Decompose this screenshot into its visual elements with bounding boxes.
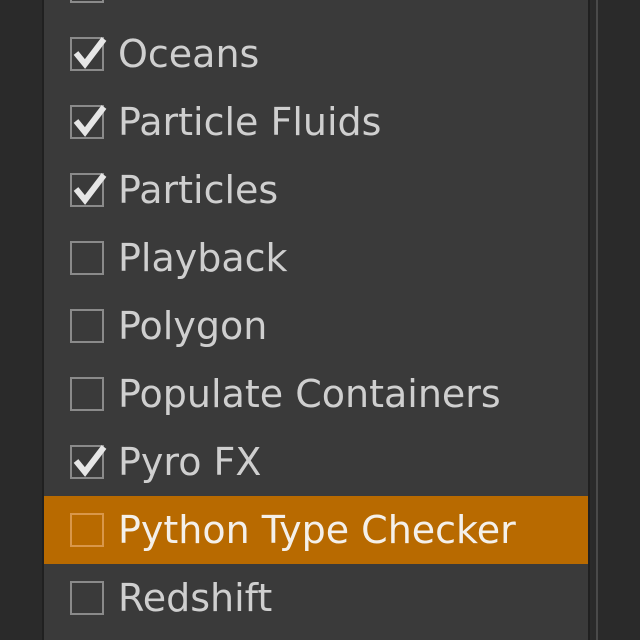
menu-item-particles[interactable]: Particles: [44, 156, 588, 224]
shelf-menu-panel: New Shelf Oceans Particle Fluids Particl…: [42, 0, 590, 640]
background-left: [0, 0, 42, 640]
menu-item-polygon[interactable]: Polygon: [44, 292, 588, 360]
checkbox[interactable]: [70, 513, 104, 547]
menu-item-label: New Shelf: [118, 0, 308, 20]
menu-item-particle-fluids[interactable]: Particle Fluids: [44, 88, 588, 156]
menu-item-label: Playback: [118, 236, 288, 280]
menu-item-oceans[interactable]: Oceans: [44, 20, 588, 88]
checkmark-icon: [73, 445, 107, 477]
checkbox[interactable]: [70, 105, 107, 139]
checkmark-icon: [73, 105, 107, 137]
menu-item-pyro-fx[interactable]: Pyro FX: [44, 428, 588, 496]
checkbox[interactable]: [70, 377, 104, 411]
panel-edge: [596, 0, 598, 640]
menu-item-label: Polygon: [118, 304, 268, 348]
checkbox[interactable]: [70, 37, 107, 71]
background-right: [592, 0, 640, 640]
checkbox[interactable]: [70, 445, 107, 479]
checkbox[interactable]: [70, 173, 107, 207]
shelf-list: New Shelf Oceans Particle Fluids Particl…: [44, 0, 588, 632]
checkbox[interactable]: [70, 241, 104, 275]
checkmark-icon: [73, 37, 107, 69]
checkmark-icon: [73, 173, 107, 205]
menu-item-label: Particle Fluids: [118, 100, 382, 144]
menu-item-playback[interactable]: Playback: [44, 224, 588, 292]
menu-item-label: Populate Containers: [118, 372, 501, 416]
menu-item-new-shelf[interactable]: New Shelf: [44, 0, 588, 20]
menu-item-populate-containers[interactable]: Populate Containers: [44, 360, 588, 428]
menu-item-label: Particles: [118, 168, 279, 212]
checkbox[interactable]: [70, 581, 104, 615]
menu-item-label: Pyro FX: [118, 440, 262, 484]
menu-item-redshift[interactable]: Redshift: [44, 564, 588, 632]
menu-item-label: Python Type Checker: [118, 508, 516, 552]
checkbox[interactable]: [70, 0, 104, 3]
menu-item-label: Redshift: [118, 576, 273, 620]
checkbox[interactable]: [70, 309, 104, 343]
menu-item-label: Oceans: [118, 32, 260, 76]
menu-item-python-type-checker[interactable]: Python Type Checker: [44, 496, 588, 564]
